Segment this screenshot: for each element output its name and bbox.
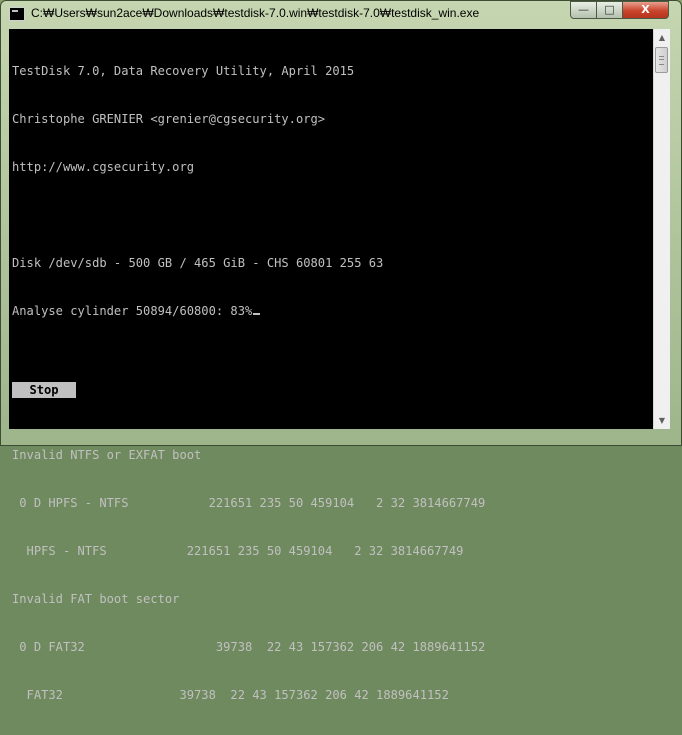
console-area[interactable]: TestDisk 7.0, Data Recovery Utility, Apr… [9,29,653,702]
minimize-icon: — [578,3,589,16]
window-title: C:₩Users₩sun2ace₩Downloads₩testdisk-7.0.… [31,6,480,20]
partition-line: FAT32 39738 22 43 157362 206 42 18896411… [12,688,449,702]
window-frame-bottom [1,427,681,445]
console-window: C:₩Users₩sun2ace₩Downloads₩testdisk-7.0.… [0,0,682,702]
minimize-button[interactable]: — [570,1,597,19]
text-cursor [253,313,261,315]
console-output: TestDisk 7.0, Data Recovery Utility, Apr… [12,31,485,735]
console-line: Invalid FAT boot sector [12,592,180,606]
scroll-thumb[interactable] [655,47,668,73]
partition-line: HPFS - NTFS 221651 235 50 459104 2 32 38… [12,544,464,558]
progress-line: Analyse cylinder 50894/60800: 83% [12,303,485,319]
console-line: Christophe GRENIER <grenier@cgsecurity.o… [12,112,326,126]
console-line: Disk /dev/sdb - 500 GB / 465 GiB - CHS 6… [12,256,384,270]
console-app-icon[interactable] [9,7,25,21]
close-icon: X [641,3,650,16]
partition-line: 0 D FAT32 39738 22 43 157362 206 42 1889… [12,640,486,654]
maximize-icon: □ [604,3,615,16]
console-line: Invalid NTFS or EXFAT boot [12,448,202,462]
console-line: http://www.cgsecurity.org [12,160,195,174]
progress-text: Analyse cylinder 50894/60800: 83% [12,304,253,318]
maximize-button[interactable]: □ [596,1,623,19]
close-button[interactable]: X [622,1,669,19]
vertical-scrollbar[interactable]: ▲ ▼ [653,29,670,429]
partition-line: 0 D HPFS - NTFS 221651 235 50 459104 2 3… [12,496,486,510]
stop-button[interactable]: Stop [12,382,76,398]
scroll-up-icon[interactable]: ▲ [654,29,670,46]
console-line: TestDisk 7.0, Data Recovery Utility, Apr… [12,64,355,78]
title-bar[interactable]: C:₩Users₩sun2ace₩Downloads₩testdisk-7.0.… [1,1,681,27]
